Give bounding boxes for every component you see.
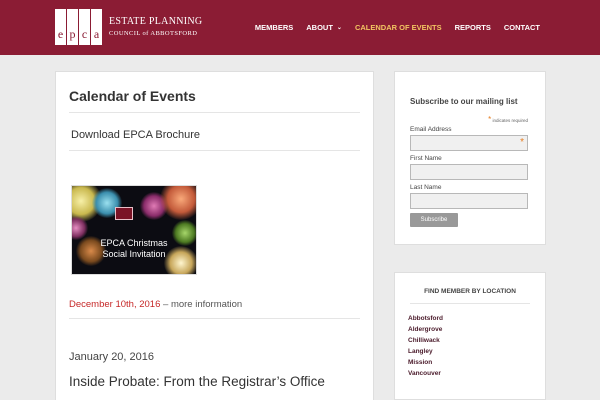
invitation-line-2: Social Invitation <box>102 249 166 259</box>
first-name-field[interactable] <box>410 164 528 180</box>
logo-letter-c: c <box>79 9 90 45</box>
nav-item-label: MEMBERS <box>254 23 294 32</box>
required-star: * <box>520 137 524 148</box>
nav-item-members[interactable]: MEMBERS <box>255 23 293 32</box>
divider <box>69 112 360 113</box>
last-name-label: Last Name <box>410 184 442 191</box>
location-item-aldergrove[interactable]: Aldergrove <box>408 324 443 335</box>
divider <box>410 303 530 304</box>
logo-letter-p: p <box>67 9 78 45</box>
logo-letter-e: e <box>55 9 66 45</box>
nav-item-label: REPORTS <box>454 23 491 32</box>
email-label: Email Address <box>410 126 452 133</box>
site-logo[interactable]: e p c a ESTATE PLANNING COUNCIL of ABBOT… <box>55 9 202 45</box>
location-item-chilliwack[interactable]: Chilliwack <box>408 335 443 346</box>
location-item-langley[interactable]: Langley <box>408 346 443 357</box>
email-field[interactable]: * <box>410 135 528 151</box>
last-name-field[interactable] <box>410 193 528 209</box>
epca-logo-icon <box>115 207 133 220</box>
location-item-mission[interactable]: Mission <box>408 357 443 368</box>
post-date: January 20, 2016 <box>69 351 155 363</box>
chevron-down-icon: ⌄ <box>336 25 342 31</box>
content-card: Calendar of Events Download EPCA Brochur… <box>55 71 374 400</box>
post-title-link[interactable]: Inside Probate: From the Registrar’s Off… <box>69 374 325 389</box>
subscribe-button[interactable]: Subscribe <box>410 213 458 227</box>
location-list: Abbotsford Aldergrove Chilliwack Langley… <box>408 313 443 379</box>
page-title: Calendar of Events <box>69 88 196 104</box>
location-item-abbotsford[interactable]: Abbotsford <box>408 313 443 324</box>
christmas-invitation-image[interactable]: EPCA Christmas Social Invitation <box>71 185 197 275</box>
nav-item-contact[interactable]: CONTACT <box>504 23 540 32</box>
site-header: e p c a ESTATE PLANNING COUNCIL of ABBOT… <box>0 0 600 55</box>
member-location-widget: FIND MEMBER BY LOCATION Abbotsford Alder… <box>394 272 546 400</box>
required-note: * indicates required <box>488 115 528 124</box>
logo-line-2: COUNCIL of ABBOTSFORD <box>109 29 198 37</box>
nav-item-label: CONTACT <box>503 23 540 32</box>
event-date: December 10th, 2016 <box>69 299 161 310</box>
mailing-list-widget: Subscribe to our mailing list * indicate… <box>394 71 546 245</box>
download-brochure-link[interactable]: Download EPCA Brochure <box>71 129 200 141</box>
nav-item-label: ABOUT <box>306 23 333 32</box>
invitation-line-1: EPCA Christmas <box>100 238 168 248</box>
logo-line-1: ESTATE PLANNING <box>109 15 203 27</box>
nav-item-about[interactable]: ABOUT ⌄ <box>306 23 342 32</box>
event-separator: – <box>160 299 171 310</box>
mailing-list-title: Subscribe to our mailing list <box>410 97 518 106</box>
first-name-label: First Name <box>410 155 442 162</box>
logo-mark: e p c a <box>55 9 103 45</box>
divider <box>69 150 360 151</box>
divider <box>69 318 360 319</box>
location-widget-title: FIND MEMBER BY LOCATION <box>424 288 516 295</box>
logo-wordmark: ESTATE PLANNING COUNCIL of ABBOTSFORD <box>109 15 203 38</box>
main-nav: MEMBERS ABOUT ⌄ CALENDAR OF EVENTS REPOR… <box>242 0 540 55</box>
nav-item-reports[interactable]: REPORTS <box>455 23 491 32</box>
location-item-vancouver[interactable]: Vancouver <box>408 368 443 379</box>
required-note-text: indicates required <box>491 118 528 123</box>
more-information-link[interactable]: more information <box>171 299 242 310</box>
nav-item-label: CALENDAR OF EVENTS <box>354 23 442 32</box>
event-entry: December 10th, 2016 – more information <box>69 299 242 310</box>
invitation-caption: EPCA Christmas Social Invitation <box>72 238 196 260</box>
logo-letter-a: a <box>91 9 102 45</box>
bokeh-light <box>160 186 196 220</box>
nav-item-calendar-of-events[interactable]: CALENDAR OF EVENTS <box>355 23 442 32</box>
